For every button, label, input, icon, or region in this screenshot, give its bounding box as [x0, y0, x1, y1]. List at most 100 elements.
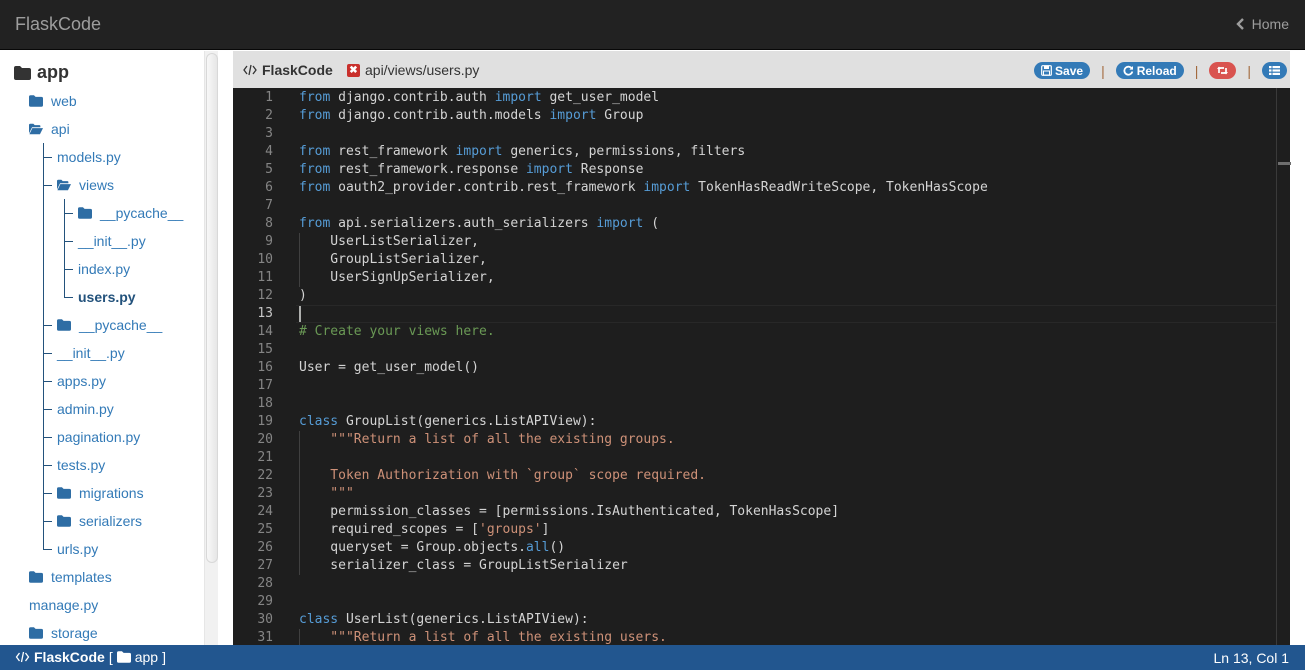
keyword-token: class	[299, 414, 339, 429]
code-line: 30 class UserList(generics.ListAPIView):	[233, 611, 1277, 629]
code-token: queryset = Group.objects.	[299, 540, 526, 555]
tree-item-label: pagination.py	[57, 429, 141, 445]
line-number: 15	[257, 342, 273, 357]
line-number: 7	[265, 198, 273, 213]
open-file-tab[interactable]: ✖ api/views/users.py	[347, 62, 479, 78]
tree-folder-item[interactable]: templates	[29, 569, 112, 585]
code-token: UserListSerializer,	[299, 234, 480, 249]
code-line: 17	[233, 377, 1277, 395]
tree-folder-item[interactable]: serializers	[57, 513, 142, 529]
code-token: Group	[596, 108, 644, 123]
code-text: UserListSerializer,	[299, 233, 479, 251]
code-line: 27 serializer_class = GroupListSerialize…	[233, 557, 1277, 575]
tree-file-item[interactable]: urls.py	[57, 541, 98, 557]
tree-folder-item[interactable]: web	[29, 93, 77, 109]
tree-file-item[interactable]: __init__.py	[57, 345, 125, 361]
tree-item-label: admin.py	[57, 401, 114, 417]
line-number: 19	[257, 414, 273, 429]
line-number: 12	[257, 288, 273, 303]
editor-scrollbar[interactable]	[1276, 88, 1291, 645]
code-editor[interactable]: 1 from django.contrib.auth import get_use…	[233, 88, 1290, 645]
folder-open-icon	[29, 123, 43, 135]
line-number: 31	[257, 630, 273, 645]
line-number: 23	[257, 486, 273, 501]
save-button[interactable]: Save	[1034, 62, 1091, 79]
keyword-token: from	[299, 180, 331, 195]
tree-item-label: __init__.py	[78, 233, 146, 249]
tree-root-app[interactable]: app	[14, 62, 69, 83]
keyword-token: import	[494, 90, 542, 105]
code-text: required_scopes = ['groups']	[299, 521, 549, 539]
home-link[interactable]: Home	[1235, 16, 1289, 32]
tree-file-item[interactable]: users.py	[78, 289, 136, 305]
text-cursor	[299, 306, 301, 322]
code-text: class UserList(generics.ListAPIView):	[299, 611, 589, 629]
code-token: UserList(generics.ListAPIView):	[338, 612, 589, 627]
code-line: 16 User = get_user_model()	[233, 359, 1277, 377]
tree-connector	[65, 297, 73, 298]
tree-connector	[65, 269, 73, 270]
code-icon	[243, 64, 257, 76]
line-number: 22	[257, 468, 273, 483]
tree-folder-item[interactable]: views	[57, 177, 114, 193]
tree-connector	[64, 199, 65, 298]
code-text: GroupListSerializer,	[299, 251, 487, 269]
line-number: 6	[265, 180, 273, 195]
tree-file-item[interactable]: __init__.py	[78, 233, 146, 249]
tree-connector	[44, 521, 52, 522]
comment-token: # Create your views here.	[299, 324, 495, 339]
code-line: 22 Token Authorization with `group` scop…	[233, 467, 1277, 485]
list-view-button[interactable]	[1262, 62, 1287, 79]
tree-connector	[44, 465, 52, 466]
tree-connector	[43, 143, 44, 550]
close-file-icon[interactable]: ✖	[347, 63, 360, 77]
tree-file-item[interactable]: pagination.py	[57, 429, 140, 445]
code-text: permission_classes = [permissions.IsAuth…	[299, 503, 839, 521]
retweet-button[interactable]	[1209, 62, 1237, 79]
string-token: Token Authorization with `group` scope r…	[299, 468, 706, 483]
tree-file-item[interactable]: index.py	[78, 261, 130, 277]
sidebar-scrollbar[interactable]	[204, 51, 218, 645]
code-token: generics, permissions, filters	[502, 144, 746, 159]
tree-file-item[interactable]: apps.py	[57, 373, 106, 389]
panel-title: FlaskCode	[243, 62, 333, 78]
tree-file-item[interactable]: models.py	[57, 149, 121, 165]
code-text: # Create your views here.	[299, 323, 495, 341]
tree-folder-item[interactable]: migrations	[57, 485, 144, 501]
tree-folder-item[interactable]: api	[29, 121, 70, 137]
tree-folder-item[interactable]: storage	[29, 625, 98, 641]
file-path: api/views/users.py	[365, 62, 480, 78]
code-token: GroupListSerializer,	[299, 252, 487, 267]
folder-icon	[78, 207, 92, 219]
line-number: 20	[257, 432, 273, 447]
line-number: 21	[257, 450, 273, 465]
code-line: 28	[233, 575, 1277, 593]
save-label: Save	[1055, 63, 1084, 78]
status-bracket-close: ]	[162, 649, 166, 665]
tree-folder-item[interactable]: __pycache__	[78, 205, 183, 221]
folder-icon	[14, 65, 31, 80]
reload-button[interactable]: Reload	[1115, 62, 1184, 79]
code-line: 5 from rest_framework.response import Res…	[233, 161, 1277, 179]
top-navbar: FlaskCode Home	[0, 0, 1305, 50]
tree-item-label: __pycache__	[100, 205, 184, 221]
folder-icon	[29, 571, 43, 583]
tree-file-item[interactable]: admin.py	[57, 401, 114, 417]
retweet-icon	[1217, 66, 1229, 75]
tree-folder-item[interactable]: __pycache__	[57, 317, 162, 333]
cursor-position: Ln 13, Col 1	[1213, 650, 1290, 666]
keyword-token: import	[643, 180, 691, 195]
sidebar-scrollbar-thumb[interactable]	[206, 53, 218, 563]
brand-logo[interactable]: FlaskCode	[15, 14, 101, 35]
keyword-token: from	[299, 108, 331, 123]
panel-actions: Save | Reload | |	[1034, 62, 1287, 79]
line-number: 5	[265, 162, 273, 177]
tree-file-item[interactable]: tests.py	[57, 457, 105, 473]
tree-file-item[interactable]: manage.py	[29, 597, 98, 613]
keyword-token: from	[299, 144, 331, 159]
code-line: 11 UserSignUpSerializer,	[233, 269, 1277, 287]
tree-item-label: models.py	[57, 149, 121, 165]
code-line: 7	[233, 197, 1277, 215]
line-number: 9	[265, 234, 273, 249]
floppy-disk-icon	[1041, 65, 1052, 76]
